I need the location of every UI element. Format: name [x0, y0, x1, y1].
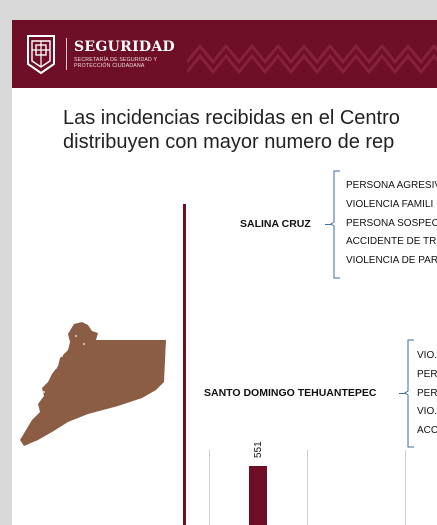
chart-gridline [405, 450, 406, 525]
brace-salina-cruz [330, 170, 340, 279]
chart-bar [249, 466, 267, 525]
brace-tehuantepec [404, 339, 414, 448]
page-headline: Las incidencias recibidas en el Centro d… [63, 106, 400, 154]
incident-item: VIOLENCIA FAMILI [346, 199, 434, 210]
headline-line2: distribuyen con mayor numero de rep [63, 131, 395, 153]
chart-gridline [209, 450, 210, 525]
incident-item: ACCIDENTE DE TR [346, 236, 437, 247]
incident-item: PERSONA AGRESIV [346, 180, 437, 191]
seal-icon [27, 35, 55, 75]
header-banner: SEGURIDAD SECRETARÍA DE SEGURIDAD Y PROT… [12, 20, 437, 88]
incident-item: VIO. [417, 350, 437, 361]
chart-bar-value-label: 551 [253, 441, 264, 458]
city-label-salina-cruz: SALINA CRUZ [240, 218, 311, 230]
region-map [20, 322, 166, 446]
incident-item: VIOLENCIA DE PAR [346, 255, 437, 266]
incident-item: ACC [417, 425, 437, 436]
chart-gridline [307, 450, 308, 525]
brand-subtitle-line2: PROTECCIÓN CIUDADANA [74, 63, 145, 70]
incident-item: PERSONA SOSPEC [346, 218, 437, 229]
timeline-line [183, 204, 186, 525]
header-divider [66, 38, 67, 70]
incident-item: PERS [417, 388, 437, 399]
incident-item: PERS [417, 369, 437, 380]
city-label-santo-domingo-tehuantepec: SANTO DOMINGO TEHUANTEPEC [204, 387, 377, 399]
headline-line1: Las incidencias recibidas en el Centro [63, 107, 400, 129]
decorative-pattern [187, 43, 437, 75]
slide-page: SEGURIDAD SECRETARÍA DE SEGURIDAD Y PROT… [12, 20, 437, 525]
brand-subtitle: SECRETARÍA DE SEGURIDAD Y PROTECCIÓN CIU… [74, 57, 184, 70]
brand-title: SEGURIDAD [74, 39, 175, 55]
incident-item: VIO. [417, 406, 437, 417]
